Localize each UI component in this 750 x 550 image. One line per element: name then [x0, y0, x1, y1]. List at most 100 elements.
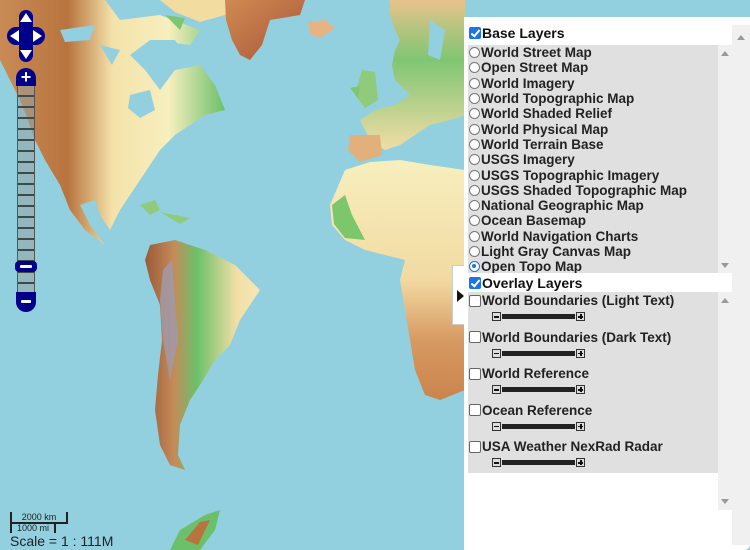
- opacity-bar[interactable]: [502, 460, 575, 466]
- overlay-layer-item: Ocean Reference: [468, 402, 718, 439]
- base-layer-option[interactable]: USGS Shaded Topographic Map: [468, 183, 718, 198]
- overlay-layer-checkbox[interactable]: [469, 331, 481, 344]
- overlay-layer-label: Ocean Reference: [482, 402, 593, 418]
- overlay-layer-label: World Boundaries (Light Text): [482, 293, 675, 308]
- opacity-decrease-button[interactable]: [492, 421, 501, 431]
- base-layer-label: World Topographic Map: [481, 91, 635, 107]
- base-layer-label: National Geographic Map: [481, 198, 644, 214]
- base-layer-label: World Imagery: [481, 75, 575, 91]
- scroll-up-icon[interactable]: [721, 298, 729, 303]
- base-layer-radio[interactable]: [469, 108, 480, 120]
- overlay-layer-list: World Boundaries (Light Text) World Bound…: [468, 292, 718, 473]
- base-layer-option[interactable]: USGS Topographic Imagery: [468, 167, 718, 183]
- base-layer-radio[interactable]: [469, 47, 480, 59]
- overlay-layer-checkbox[interactable]: [469, 367, 481, 380]
- pan-zoom-control: +: [0, 0, 50, 320]
- base-layer-radio[interactable]: [469, 246, 480, 257]
- opacity-decrease-button[interactable]: [492, 385, 501, 395]
- base-layers-title: Base Layers: [482, 25, 565, 41]
- base-layer-option[interactable]: World Shaded Relief: [468, 106, 718, 121]
- base-layer-radio[interactable]: [469, 261, 480, 273]
- overlay-layers-title: Overlay Layers: [482, 275, 583, 291]
- overlay-layers-checkbox[interactable]: [469, 277, 481, 289]
- opacity-increase-button[interactable]: [576, 312, 585, 321]
- overlay-layer-item: World Boundaries (Light Text): [468, 292, 718, 329]
- base-layer-label: Ocean Basemap: [481, 213, 587, 229]
- overlay-layer-checkbox[interactable]: [469, 404, 481, 417]
- overlay-layer-item: USA Weather NexRad Radar: [468, 438, 718, 475]
- base-layer-radio[interactable]: [469, 138, 480, 150]
- opacity-control: [492, 385, 587, 395]
- base-layer-label: World Terrain Base: [481, 136, 604, 152]
- opacity-increase-button[interactable]: [576, 385, 585, 395]
- base-layer-option[interactable]: Light Gray Canvas Map: [468, 244, 718, 259]
- opacity-control: [492, 458, 587, 468]
- base-layer-option[interactable]: World Terrain Base: [468, 137, 718, 152]
- scroll-down-icon[interactable]: [721, 263, 729, 268]
- panel-scrollbar[interactable]: [732, 25, 750, 545]
- overlay-layer-label: World Reference: [482, 366, 590, 382]
- overlay-layer-checkbox[interactable]: [469, 440, 481, 453]
- base-layer-label: Open Topo Map: [481, 259, 582, 273]
- scroll-down-icon[interactable]: [721, 499, 729, 504]
- base-layer-radio[interactable]: [469, 93, 480, 105]
- base-layer-option[interactable]: Open Topo Map: [468, 259, 718, 273]
- opacity-control: [492, 421, 587, 432]
- opacity-bar[interactable]: [502, 350, 575, 356]
- opacity-bar[interactable]: [502, 314, 575, 319]
- base-layer-option[interactable]: World Topographic Map: [468, 91, 718, 106]
- base-layer-option[interactable]: USGS Imagery: [468, 152, 718, 167]
- base-layer-radio[interactable]: [469, 215, 480, 227]
- scale-ratio: Scale = 1 : 111M: [10, 533, 114, 549]
- base-layers-checkbox[interactable]: [469, 27, 481, 39]
- base-layer-radio[interactable]: [469, 200, 480, 212]
- base-layer-radio[interactable]: [469, 230, 480, 242]
- base-layer-option[interactable]: Open Street Map: [468, 60, 718, 75]
- base-layer-option[interactable]: World Street Map: [468, 45, 718, 60]
- base-layer-radio[interactable]: [469, 184, 480, 196]
- opacity-decrease-button[interactable]: [492, 312, 501, 321]
- base-layer-label: Light Gray Canvas Map: [481, 244, 632, 259]
- base-layer-option[interactable]: National Geographic Map: [468, 198, 718, 213]
- base-layer-option[interactable]: World Imagery: [468, 76, 718, 91]
- base-layer-radio[interactable]: [469, 123, 480, 135]
- base-layer-label: World Shaded Relief: [481, 106, 613, 122]
- base-layer-radio[interactable]: [469, 77, 480, 89]
- overlay-list-scrollbar[interactable]: [718, 292, 732, 510]
- opacity-increase-button[interactable]: [576, 348, 585, 358]
- base-layer-label: USGS Imagery: [481, 152, 575, 168]
- opacity-decrease-button[interactable]: [492, 348, 501, 358]
- opacity-increase-button[interactable]: [576, 421, 585, 431]
- overlay-layer-option[interactable]: World Boundaries (Dark Text): [468, 329, 718, 346]
- zoom-in-button[interactable]: +: [16, 68, 36, 86]
- base-layer-radio[interactable]: [469, 62, 480, 74]
- opacity-control: [492, 312, 587, 322]
- scroll-up-icon[interactable]: [737, 35, 745, 40]
- overlay-layer-option[interactable]: World Reference: [468, 365, 718, 382]
- opacity-control: [492, 348, 587, 359]
- base-layer-list: World Street Map Open Street Map World Ima…: [468, 45, 718, 273]
- base-layers-header: Base Layers: [468, 24, 732, 42]
- base-layer-label: Open Street Map: [481, 60, 589, 76]
- overlay-layer-option[interactable]: World Boundaries (Light Text): [468, 292, 718, 309]
- overlay-layer-option[interactable]: Ocean Reference: [468, 402, 718, 419]
- overlay-layer-label: World Boundaries (Dark Text): [482, 329, 672, 345]
- base-layer-label: USGS Topographic Imagery: [481, 167, 660, 183]
- opacity-bar[interactable]: [502, 387, 575, 393]
- base-layer-radio[interactable]: [469, 169, 480, 181]
- opacity-decrease-button[interactable]: [492, 458, 501, 468]
- opacity-increase-button[interactable]: [576, 458, 585, 468]
- base-layer-radio[interactable]: [469, 154, 480, 166]
- base-list-scrollbar[interactable]: [718, 45, 732, 273]
- layer-switcher: Base Layers World Street Map Open Street …: [464, 17, 750, 550]
- zoom-slider-handle[interactable]: [15, 261, 37, 272]
- base-layer-option[interactable]: World Navigation Charts: [468, 229, 718, 244]
- scroll-up-icon[interactable]: [721, 51, 729, 56]
- zoom-out-button[interactable]: [16, 292, 36, 312]
- overlay-layer-label: USA Weather NexRad Radar: [482, 439, 663, 455]
- overlay-layer-option[interactable]: USA Weather NexRad Radar: [468, 438, 718, 455]
- overlay-layer-checkbox[interactable]: [469, 294, 481, 307]
- base-layer-option[interactable]: World Physical Map: [468, 121, 718, 137]
- base-layer-option[interactable]: Ocean Basemap: [468, 213, 718, 228]
- opacity-bar[interactable]: [502, 423, 575, 429]
